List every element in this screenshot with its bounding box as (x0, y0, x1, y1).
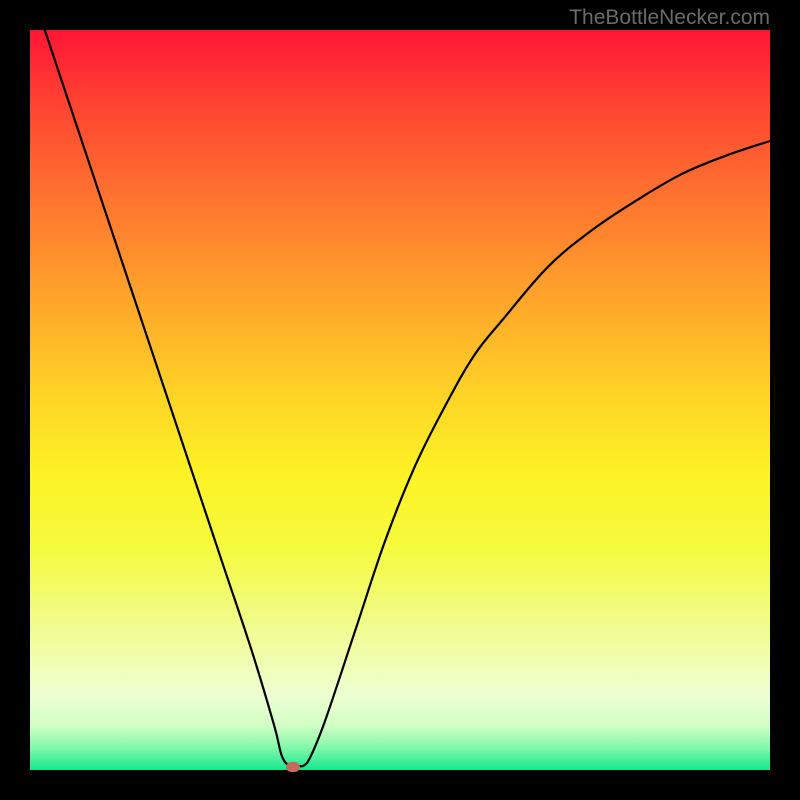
attribution-text: TheBottleNecker.com (569, 6, 770, 30)
optimal-point-marker (286, 762, 300, 772)
plot-area (30, 30, 770, 770)
bottleneck-curve (45, 30, 770, 766)
curve-svg (30, 30, 770, 770)
chart-container: TheBottleNecker.com (0, 0, 800, 800)
